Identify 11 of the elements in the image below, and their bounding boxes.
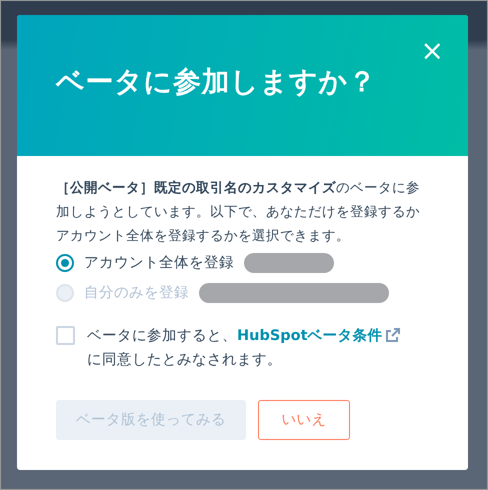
- no-button[interactable]: いいえ: [258, 400, 350, 440]
- radio-button[interactable]: [56, 254, 74, 272]
- close-button[interactable]: ×: [418, 37, 446, 65]
- option-label: 自分のみを登録: [84, 284, 189, 303]
- agreement-text: ベータに参加すると、HubSpotベータ条件 に同意したとみなされます。: [87, 324, 400, 372]
- checkbox[interactable]: [56, 326, 75, 345]
- external-link-icon: [386, 328, 400, 342]
- option-label: アカウント全体を登録: [84, 254, 234, 273]
- terms-link[interactable]: HubSpotベータ条件: [237, 328, 400, 344]
- dialog-title: ベータに参加しますか？: [56, 65, 378, 99]
- intro-text: ［公開ベータ］既定の取引名のカスタマイズのベータに参加しようとしています。以下で、あなただけを登録するかアカウント全体を登録するかを選択できます。: [56, 179, 421, 246]
